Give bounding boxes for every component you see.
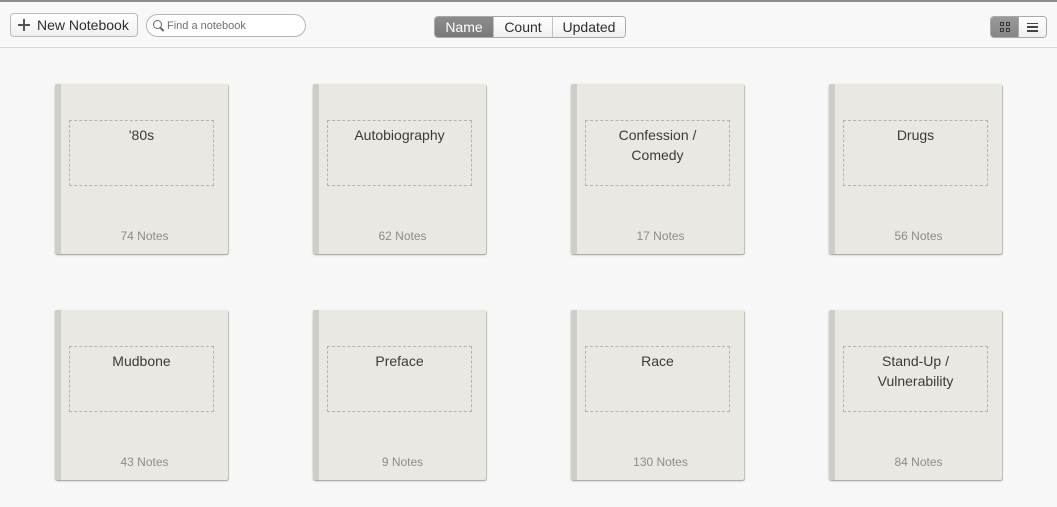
notebook-title: Autobiography <box>354 127 445 143</box>
notebook-title: '80s <box>128 127 155 143</box>
notebook-note-count: 9 Notes <box>381 455 424 469</box>
notebook-note-count: 43 Notes <box>120 455 169 469</box>
notebook-note-count: 84 Notes <box>894 455 943 469</box>
notebook-title-area: Mudbone <box>69 346 214 412</box>
toolbar: New Notebook Name Count Updated <box>0 2 1057 48</box>
new-notebook-button[interactable]: New Notebook <box>10 13 138 37</box>
list-icon <box>1027 22 1038 32</box>
notebook-title-area: Preface <box>327 346 472 412</box>
notebook-card[interactable]: Confession / Comedy 17 Notes <box>571 84 744 254</box>
notebook-title: Stand-Up / Vulnerability <box>877 353 954 389</box>
notebook-note-count: 62 Notes <box>378 229 427 243</box>
search-input[interactable] <box>167 19 297 32</box>
notebook-card[interactable]: Drugs 56 Notes <box>829 84 1002 254</box>
notebook-card[interactable]: '80s 74 Notes <box>55 84 228 254</box>
notebook-title: Mudbone <box>112 353 171 369</box>
notebook-card[interactable]: Race 130 Notes <box>571 310 744 480</box>
notebook-title-area: Drugs <box>843 120 988 186</box>
notebook-note-count: 17 Notes <box>636 229 685 243</box>
grid-view-button[interactable] <box>991 17 1018 37</box>
sort-by-updated-button[interactable]: Updated <box>552 17 625 37</box>
notebook-card[interactable]: Stand-Up / Vulnerability 84 Notes <box>829 310 1002 480</box>
sort-by-name-button[interactable]: Name <box>435 17 493 37</box>
new-notebook-label: New Notebook <box>37 17 129 33</box>
notebook-title: Preface <box>375 353 424 369</box>
notebook-title-area: Autobiography <box>327 120 472 186</box>
notebook-note-count: 130 Notes <box>633 455 688 469</box>
plus-icon <box>18 19 30 31</box>
notebook-title: Drugs <box>896 127 935 143</box>
notebook-title: Race <box>641 353 674 369</box>
search-icon <box>153 19 165 32</box>
notebook-title: Confession / Comedy <box>618 127 697 163</box>
notebook-card[interactable]: Mudbone 43 Notes <box>55 310 228 480</box>
notebook-note-count: 56 Notes <box>894 229 943 243</box>
notebook-title-area: '80s <box>69 120 214 186</box>
list-view-button[interactable] <box>1018 17 1046 37</box>
sort-by-count-button[interactable]: Count <box>493 17 552 37</box>
grid-icon <box>999 22 1010 32</box>
notebook-note-count: 74 Notes <box>120 229 169 243</box>
sort-segmented-control: Name Count Updated <box>434 16 626 38</box>
notebook-title-area: Stand-Up / Vulnerability <box>843 346 988 412</box>
notebook-card[interactable]: Preface 9 Notes <box>313 310 486 480</box>
notebook-title-area: Race <box>585 346 730 412</box>
notebook-card[interactable]: Autobiography 62 Notes <box>313 84 486 254</box>
notebook-title-area: Confession / Comedy <box>585 120 730 186</box>
view-mode-toggle <box>990 16 1047 38</box>
notebook-search[interactable] <box>146 14 306 37</box>
